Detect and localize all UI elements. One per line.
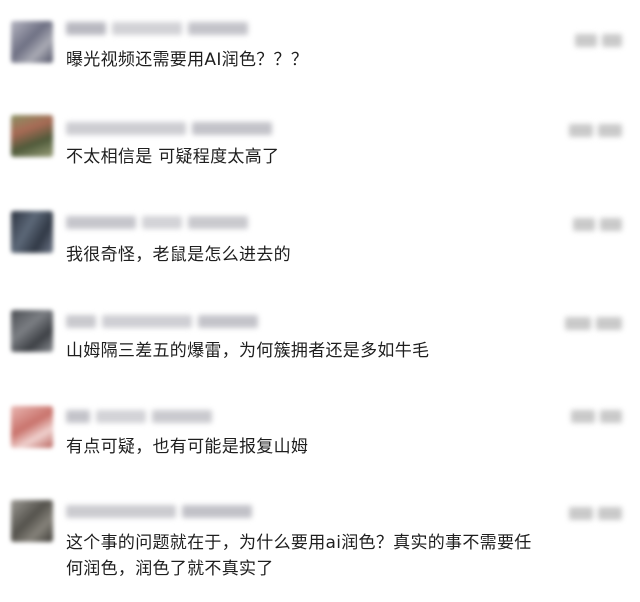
comment-meta-redacted <box>565 317 622 330</box>
username-redacted[interactable] <box>66 216 248 229</box>
comment-meta-redacted <box>575 34 622 47</box>
avatar[interactable] <box>11 310 53 352</box>
username-redacted[interactable] <box>66 122 272 135</box>
username-redacted[interactable] <box>66 505 252 518</box>
username-redacted[interactable] <box>66 22 248 35</box>
comment-text: 不太相信是 可疑程度太高了 <box>66 147 280 167</box>
comment-meta-redacted <box>573 218 622 231</box>
username-redacted[interactable] <box>66 315 258 328</box>
comment-text: 曝光视频还需要用AI润色？？？ <box>66 50 309 70</box>
comment-meta-redacted <box>571 410 622 423</box>
comment-meta-redacted <box>569 507 622 520</box>
avatar[interactable] <box>11 21 53 63</box>
comment-text: 我很奇怪，老鼠是怎么进去的 <box>66 245 291 265</box>
avatar[interactable] <box>11 115 53 157</box>
username-redacted[interactable] <box>66 410 212 423</box>
comment-text: 这个事的问题就在于，为什么要用ai润色？真实的事不需要任 何润色，润色了就不真实… <box>66 533 532 579</box>
comment-text: 山姆隔三差五的爆雷，为何簇拥者还是多如牛毛 <box>66 341 430 361</box>
avatar[interactable] <box>11 500 53 542</box>
comment-meta-redacted <box>569 124 622 137</box>
comment-text: 有点可疑，也有可能是报复山姆 <box>66 437 309 457</box>
avatar[interactable] <box>11 406 53 448</box>
avatar[interactable] <box>11 211 53 253</box>
